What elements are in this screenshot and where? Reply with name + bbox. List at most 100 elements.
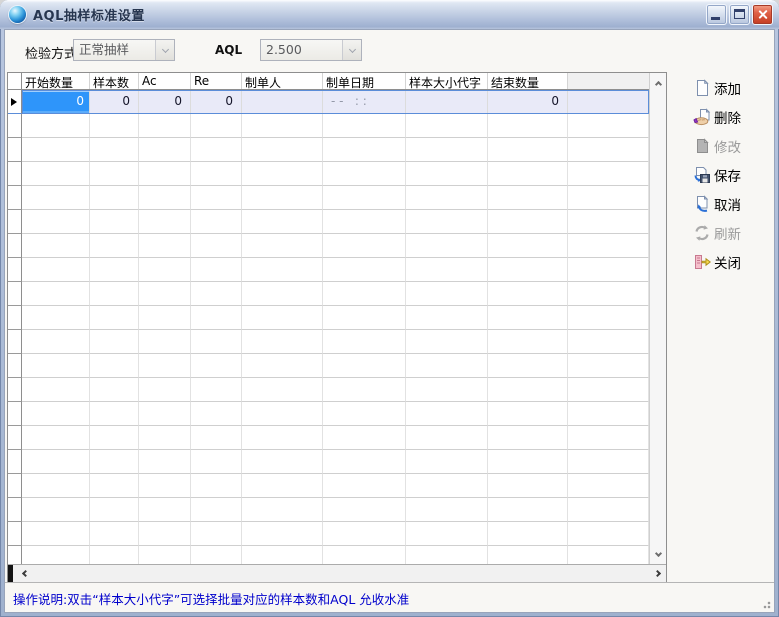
column-header-end-qty[interactable]: 结束数量 (488, 73, 568, 89)
grid-empty-cell (191, 234, 242, 258)
cell-end-qty[interactable]: 0 (488, 90, 568, 114)
grid-empty-row (8, 378, 649, 402)
inspection-method-select[interactable]: 正常抽样 (73, 39, 175, 61)
grid-empty-cell (242, 186, 323, 210)
grid-empty-cell (323, 210, 406, 234)
grid-empty-cell (8, 402, 22, 426)
grid-empty-cell (90, 450, 139, 474)
delete-button[interactable]: 删除 (693, 105, 779, 129)
grid-empty-cell (242, 138, 323, 162)
close-window-button[interactable] (752, 4, 773, 25)
status-instructions: 操作说明:双击“样本大小代字”可选择批量对应的样本数和AQL 允收水准 (13, 589, 409, 608)
column-header-sample-count[interactable]: 样本数 (90, 73, 139, 89)
row-indicator-header (8, 73, 22, 89)
data-grid: 开始数量 样本数 Ac Re 制单人 制单日期 样本大小代字 结束数量 0 (7, 72, 667, 583)
grid-empty-cell (139, 258, 191, 282)
grid-empty-cell (90, 426, 139, 450)
grid-empty-row (8, 186, 649, 210)
grid-empty-cell (568, 498, 649, 522)
vertical-scrollbar[interactable] (649, 73, 666, 564)
grid-empty-row (8, 498, 649, 522)
grid-empty-cell (323, 306, 406, 330)
window: AQL抽样标准设置 检验方式 正常抽样 AQL 2.500 开始数量 样 (0, 0, 779, 617)
grid-empty-cell (139, 498, 191, 522)
grid-empty-cell (488, 402, 568, 426)
grid-empty-cell (22, 450, 90, 474)
aql-value: 2.500 (261, 40, 342, 60)
scroll-left-button[interactable] (16, 567, 31, 581)
minimize-button[interactable] (706, 4, 727, 25)
horizontal-scrollbar[interactable] (8, 564, 666, 582)
grid-empty-cell (242, 162, 323, 186)
grid-empty-cell (90, 210, 139, 234)
grid-empty-cell (191, 138, 242, 162)
column-header-creator[interactable]: 制单人 (242, 73, 323, 89)
grid-empty-cell (90, 474, 139, 498)
grid-header-filler (568, 73, 649, 89)
grid-empty-cell (406, 522, 488, 546)
grid-empty-cell (22, 354, 90, 378)
scroll-down-button[interactable] (651, 547, 666, 561)
grid-empty-cell (406, 186, 488, 210)
grid-empty-cell (488, 186, 568, 210)
grid-empty-cell (139, 450, 191, 474)
grid-empty-cell (90, 522, 139, 546)
column-header-sample-size-code[interactable]: 样本大小代字 (406, 73, 488, 89)
close-button[interactable]: 关闭 (693, 250, 779, 274)
grid-empty-cell (8, 186, 22, 210)
grid-empty-cell (90, 306, 139, 330)
grid-empty-cell (22, 162, 90, 186)
grid-selected-row[interactable]: 0 0 0 0 - - : : 0 (8, 90, 649, 114)
grid-empty-cell (139, 162, 191, 186)
column-header-create-date[interactable]: 制单日期 (323, 73, 406, 89)
resize-grip-icon[interactable] (761, 599, 771, 609)
cell-create-date[interactable]: - - : : (323, 90, 406, 114)
maximize-button[interactable] (729, 4, 750, 25)
grid-empty-cell (8, 546, 22, 564)
cancel-button[interactable]: 取消 (693, 192, 779, 216)
aql-select[interactable]: 2.500 (260, 39, 362, 61)
cell-creator[interactable] (242, 90, 323, 114)
cell-re[interactable]: 0 (191, 90, 242, 114)
grid-empty-cell (323, 498, 406, 522)
grid-empty-row (8, 162, 649, 186)
scroll-up-button[interactable] (651, 76, 666, 90)
grid-empty-cell (191, 402, 242, 426)
grid-empty-row (8, 450, 649, 474)
grid-empty-cell (568, 138, 649, 162)
grid-empty-cell (8, 234, 22, 258)
grid-empty-cell (568, 234, 649, 258)
grid-empty-cell (191, 498, 242, 522)
column-header-start-qty[interactable]: 开始数量 (22, 73, 90, 89)
splitter-handle[interactable] (8, 565, 13, 582)
grid-empty-cell (406, 426, 488, 450)
grid-empty-cell (323, 258, 406, 282)
cell-start-qty[interactable]: 0 (22, 90, 90, 114)
grid-empty-cell (139, 474, 191, 498)
grid-empty-row (8, 282, 649, 306)
grid-empty-cell (242, 114, 323, 138)
add-button[interactable]: 添加 (693, 76, 779, 100)
grid-empty-cell (323, 378, 406, 402)
grid-empty-cell (191, 354, 242, 378)
scroll-right-button[interactable] (651, 567, 666, 581)
column-header-re[interactable]: Re (191, 73, 242, 89)
grid-empty-cell (90, 186, 139, 210)
grid-empty-cell (568, 546, 649, 564)
cell-sample-size-code[interactable] (406, 90, 488, 114)
grid-empty-cell (191, 162, 242, 186)
grid-empty-cell (22, 210, 90, 234)
cell-ac[interactable]: 0 (139, 90, 191, 114)
close-exit-icon (693, 253, 711, 271)
grid-empty-cell (568, 162, 649, 186)
save-button[interactable]: 保存 (693, 163, 779, 187)
cell-sample-count[interactable]: 0 (90, 90, 139, 114)
titlebar[interactable]: AQL抽样标准设置 (0, 0, 779, 29)
grid-empty-cell (139, 138, 191, 162)
cell-extra[interactable] (568, 90, 649, 114)
column-header-ac[interactable]: Ac (139, 73, 191, 89)
grid-empty-cell (22, 546, 90, 564)
refresh-button: 刷新 (693, 221, 779, 245)
maximize-icon (734, 9, 745, 19)
grid-empty-cell (323, 162, 406, 186)
